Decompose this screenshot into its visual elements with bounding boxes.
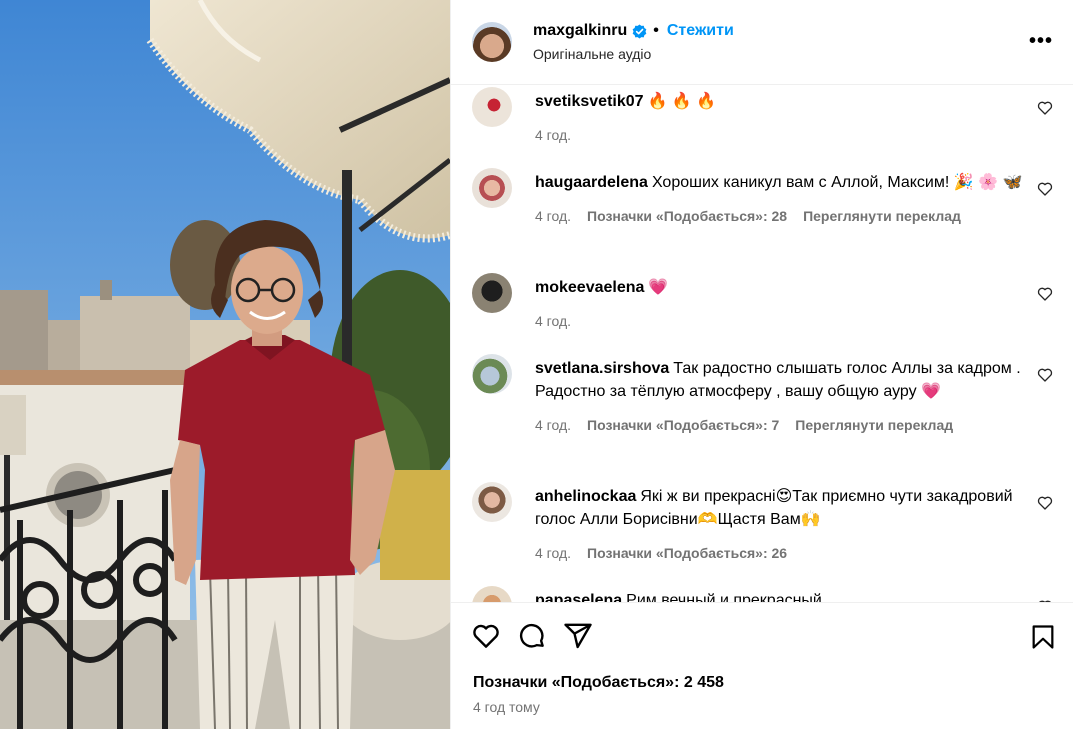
comment-time[interactable]: 4 год.	[535, 313, 571, 329]
post-side-panel: maxgalkinru • Стежити Оригінальне аудіо …	[450, 0, 1073, 729]
photo-illustration	[0, 0, 450, 729]
post-likes-count[interactable]: Позначки «Подобається»: 2 458	[473, 674, 724, 692]
action-bar	[471, 621, 593, 651]
commenter-avatar[interactable]	[472, 168, 512, 208]
verified-badge-icon	[632, 23, 647, 39]
comment-likes[interactable]: Позначки «Подобається»: 7	[587, 417, 779, 433]
commenter-avatar[interactable]	[472, 87, 512, 127]
see-translation-link[interactable]: Переглянути переклад	[795, 417, 953, 433]
heart-icon[interactable]	[471, 621, 501, 651]
comment-username[interactable]: mokeevaelena	[535, 279, 644, 296]
comment-like-heart-icon[interactable]	[1037, 495, 1053, 511]
commenter-avatar[interactable]	[472, 482, 512, 522]
comment-time[interactable]: 4 год.	[535, 545, 571, 561]
post-footer: Позначки «Подобається»: 2 458 4 год тому	[451, 602, 1073, 729]
comment-like-heart-icon[interactable]	[1037, 367, 1053, 383]
comment-text: 💗	[648, 279, 669, 296]
comment-username[interactable]: papaselena	[535, 592, 622, 602]
comment-like-heart-icon[interactable]	[1037, 100, 1053, 116]
bookmark-icon[interactable]	[1029, 622, 1057, 652]
post-timestamp[interactable]: 4 год тому	[473, 699, 540, 715]
comment-item: mokeevaelena 💗 4 год.	[472, 273, 1061, 329]
comment-item: papaselena Рим вечный и прекрасный	[472, 586, 1061, 602]
comment-likes[interactable]: Позначки «Подобається»: 28	[587, 208, 787, 224]
paper-plane-icon[interactable]	[563, 621, 593, 651]
commenter-avatar[interactable]	[472, 273, 512, 313]
comment-text: 🔥 🔥 🔥	[647, 93, 717, 110]
comment-item: svetlana.sirshova Так радостно слышать го…	[472, 354, 1061, 433]
author-username[interactable]: maxgalkinru	[533, 22, 627, 40]
comment-like-heart-icon[interactable]	[1037, 286, 1053, 302]
post-photo[interactable]	[0, 0, 450, 729]
comment-username[interactable]: svetiksvetik07	[535, 93, 644, 110]
comment-item: svetiksvetik07 🔥 🔥 🔥 4 год.	[472, 87, 1061, 143]
comment-item: haugaardelena Хороших каникул вам с Аллой…	[472, 168, 1061, 224]
commenter-avatar[interactable]	[472, 586, 512, 602]
comment-like-heart-icon[interactable]	[1037, 181, 1053, 197]
instagram-post: maxgalkinru • Стежити Оригінальне аудіо …	[0, 0, 1073, 729]
comment-username[interactable]: anhelinockaa	[535, 488, 636, 505]
comment-item: anhelinockaa Які ж ви прекрасні😍Так приєм…	[472, 482, 1061, 561]
author-avatar[interactable]	[472, 22, 512, 62]
comments-list[interactable]: svetiksvetik07 🔥 🔥 🔥 4 год. haugaardelena…	[451, 85, 1073, 602]
header-separator: •	[653, 22, 659, 39]
comment-likes[interactable]: Позначки «Подобається»: 26	[587, 545, 787, 561]
comment-time[interactable]: 4 год.	[535, 127, 571, 143]
audio-label[interactable]: Оригінальне аудіо	[533, 46, 1025, 62]
commenter-avatar[interactable]	[472, 354, 512, 394]
author-meta: maxgalkinru • Стежити Оригінальне аудіо	[533, 22, 1025, 62]
comment-username[interactable]: svetlana.sirshova	[535, 360, 669, 377]
comment-text: Рим вечный и прекрасный	[626, 592, 822, 602]
more-options-icon[interactable]: •••	[1025, 29, 1057, 53]
comment-time[interactable]: 4 год.	[535, 417, 571, 433]
follow-button[interactable]: Стежити	[667, 22, 734, 40]
comment-text: Хороших каникул вам с Аллой, Максим! 🎉 🌸…	[651, 174, 1023, 191]
post-header: maxgalkinru • Стежити Оригінальне аудіо …	[451, 0, 1073, 85]
comment-bubble-icon[interactable]	[517, 621, 547, 651]
see-translation-link[interactable]: Переглянути переклад	[803, 208, 961, 224]
comment-time[interactable]: 4 год.	[535, 208, 571, 224]
comment-username[interactable]: haugaardelena	[535, 174, 648, 191]
